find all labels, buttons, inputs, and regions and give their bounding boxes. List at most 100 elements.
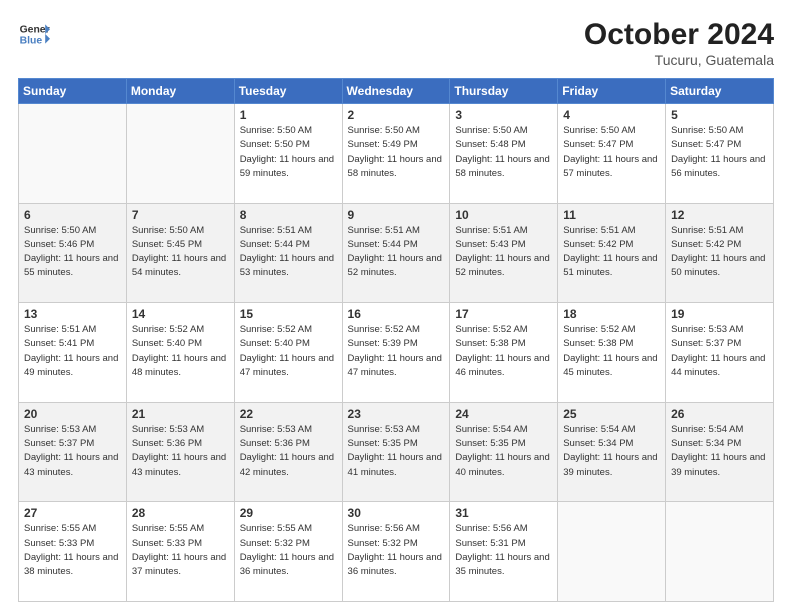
calendar-cell: 10Sunrise: 5:51 AMSunset: 5:43 PMDayligh… [450,203,558,303]
day-info: Sunrise: 5:50 AMSunset: 5:50 PMDaylight:… [240,124,337,181]
day-info: Sunrise: 5:52 AMSunset: 5:38 PMDaylight:… [563,323,660,380]
calendar-cell [19,104,127,204]
title-block: October 2024 Tucuru, Guatemala [584,18,774,68]
week-row-5: 27 Sunrise: 5:55 AMSunset: 5:33 PMDayligh… [19,502,774,602]
calendar-cell: 22 Sunrise: 5:53 AMSunset: 5:36 PMDayligh… [234,402,342,502]
day-number: 1 [240,108,337,122]
month-title: October 2024 [584,18,774,52]
calendar-cell: 26 Sunrise: 5:54 AMSunset: 5:34 PMDayligh… [666,402,774,502]
day-info: Sunrise: 5:52 AMSunset: 5:39 PMDaylight:… [348,323,445,380]
day-info: Sunrise: 5:52 AMSunset: 5:40 PMDaylight:… [240,323,337,380]
day-info: Sunrise: 5:55 AMSunset: 5:33 PMDaylight:… [24,522,121,579]
day-number: 30 [348,506,445,520]
calendar-cell: 16Sunrise: 5:52 AMSunset: 5:39 PMDayligh… [342,303,450,403]
day-info: Sunrise: 5:50 AMSunset: 5:48 PMDaylight:… [455,124,552,181]
calendar: SundayMondayTuesdayWednesdayThursdayFrid… [18,78,774,602]
header: General Blue October 2024 Tucuru, Guatem… [18,18,774,68]
day-info: Sunrise: 5:53 AMSunset: 5:37 PMDaylight:… [24,423,121,480]
day-number: 7 [132,208,229,222]
day-number: 25 [563,407,660,421]
week-row-4: 20Sunrise: 5:53 AMSunset: 5:37 PMDayligh… [19,402,774,502]
day-info: Sunrise: 5:50 AMSunset: 5:47 PMDaylight:… [563,124,660,181]
calendar-cell: 9Sunrise: 5:51 AMSunset: 5:44 PMDaylight… [342,203,450,303]
logo-icon: General Blue [18,18,50,50]
day-number: 21 [132,407,229,421]
day-info: Sunrise: 5:53 AMSunset: 5:37 PMDaylight:… [671,323,768,380]
week-row-1: 1 Sunrise: 5:50 AMSunset: 5:50 PMDaylight… [19,104,774,204]
day-info: Sunrise: 5:50 AMSunset: 5:47 PMDaylight:… [671,124,768,181]
calendar-cell: 5 Sunrise: 5:50 AMSunset: 5:47 PMDaylight… [666,104,774,204]
day-number: 5 [671,108,768,122]
calendar-cell: 21Sunrise: 5:53 AMSunset: 5:36 PMDayligh… [126,402,234,502]
weekday-wednesday: Wednesday [342,79,450,104]
day-number: 13 [24,307,121,321]
calendar-cell: 1 Sunrise: 5:50 AMSunset: 5:50 PMDaylight… [234,104,342,204]
day-number: 31 [455,506,552,520]
calendar-cell: 30 Sunrise: 5:56 AMSunset: 5:32 PMDayligh… [342,502,450,602]
calendar-cell: 7 Sunrise: 5:50 AMSunset: 5:45 PMDaylight… [126,203,234,303]
calendar-cell: 14 Sunrise: 5:52 AMSunset: 5:40 PMDayligh… [126,303,234,403]
weekday-thursday: Thursday [450,79,558,104]
day-number: 18 [563,307,660,321]
day-info: Sunrise: 5:51 AMSunset: 5:44 PMDaylight:… [348,224,445,281]
calendar-cell: 13 Sunrise: 5:51 AMSunset: 5:41 PMDayligh… [19,303,127,403]
calendar-cell: 4 Sunrise: 5:50 AMSunset: 5:47 PMDaylight… [558,104,666,204]
day-info: Sunrise: 5:56 AMSunset: 5:32 PMDaylight:… [348,522,445,579]
calendar-cell [666,502,774,602]
calendar-cell: 11 Sunrise: 5:51 AMSunset: 5:42 PMDayligh… [558,203,666,303]
day-number: 2 [348,108,445,122]
calendar-cell: 27 Sunrise: 5:55 AMSunset: 5:33 PMDayligh… [19,502,127,602]
day-number: 12 [671,208,768,222]
calendar-cell: 18 Sunrise: 5:52 AMSunset: 5:38 PMDayligh… [558,303,666,403]
calendar-cell: 23Sunrise: 5:53 AMSunset: 5:35 PMDayligh… [342,402,450,502]
calendar-cell: 29Sunrise: 5:55 AMSunset: 5:32 PMDayligh… [234,502,342,602]
day-number: 11 [563,208,660,222]
calendar-cell: 3 Sunrise: 5:50 AMSunset: 5:48 PMDaylight… [450,104,558,204]
day-number: 28 [132,506,229,520]
calendar-cell: 24 Sunrise: 5:54 AMSunset: 5:35 PMDayligh… [450,402,558,502]
day-number: 17 [455,307,552,321]
calendar-cell: 17Sunrise: 5:52 AMSunset: 5:38 PMDayligh… [450,303,558,403]
day-info: Sunrise: 5:54 AMSunset: 5:35 PMDaylight:… [455,423,552,480]
day-number: 22 [240,407,337,421]
calendar-cell: 19Sunrise: 5:53 AMSunset: 5:37 PMDayligh… [666,303,774,403]
day-info: Sunrise: 5:51 AMSunset: 5:42 PMDaylight:… [671,224,768,281]
location: Tucuru, Guatemala [584,52,774,68]
day-info: Sunrise: 5:50 AMSunset: 5:46 PMDaylight:… [24,224,121,281]
calendar-cell: 8 Sunrise: 5:51 AMSunset: 5:44 PMDaylight… [234,203,342,303]
day-number: 8 [240,208,337,222]
day-info: Sunrise: 5:50 AMSunset: 5:45 PMDaylight:… [132,224,229,281]
day-info: Sunrise: 5:55 AMSunset: 5:33 PMDaylight:… [132,522,229,579]
calendar-cell [558,502,666,602]
day-number: 24 [455,407,552,421]
calendar-cell: 15 Sunrise: 5:52 AMSunset: 5:40 PMDayligh… [234,303,342,403]
weekday-friday: Friday [558,79,666,104]
day-number: 14 [132,307,229,321]
weekday-header-row: SundayMondayTuesdayWednesdayThursdayFrid… [19,79,774,104]
day-number: 3 [455,108,552,122]
day-number: 4 [563,108,660,122]
weekday-sunday: Sunday [19,79,127,104]
logo: General Blue [18,18,50,50]
day-number: 27 [24,506,121,520]
day-info: Sunrise: 5:50 AMSunset: 5:49 PMDaylight:… [348,124,445,181]
day-info: Sunrise: 5:56 AMSunset: 5:31 PMDaylight:… [455,522,552,579]
day-info: Sunrise: 5:51 AMSunset: 5:42 PMDaylight:… [563,224,660,281]
day-info: Sunrise: 5:54 AMSunset: 5:34 PMDaylight:… [671,423,768,480]
day-number: 26 [671,407,768,421]
day-info: Sunrise: 5:51 AMSunset: 5:44 PMDaylight:… [240,224,337,281]
weekday-tuesday: Tuesday [234,79,342,104]
day-info: Sunrise: 5:52 AMSunset: 5:40 PMDaylight:… [132,323,229,380]
svg-text:Blue: Blue [20,36,43,47]
day-info: Sunrise: 5:55 AMSunset: 5:32 PMDaylight:… [240,522,337,579]
day-number: 23 [348,407,445,421]
day-info: Sunrise: 5:51 AMSunset: 5:41 PMDaylight:… [24,323,121,380]
week-row-2: 6Sunrise: 5:50 AMSunset: 5:46 PMDaylight… [19,203,774,303]
calendar-cell: 12 Sunrise: 5:51 AMSunset: 5:42 PMDayligh… [666,203,774,303]
weekday-monday: Monday [126,79,234,104]
calendar-cell: 20Sunrise: 5:53 AMSunset: 5:37 PMDayligh… [19,402,127,502]
day-number: 15 [240,307,337,321]
day-info: Sunrise: 5:53 AMSunset: 5:36 PMDaylight:… [240,423,337,480]
day-info: Sunrise: 5:54 AMSunset: 5:34 PMDaylight:… [563,423,660,480]
week-row-3: 13 Sunrise: 5:51 AMSunset: 5:41 PMDayligh… [19,303,774,403]
